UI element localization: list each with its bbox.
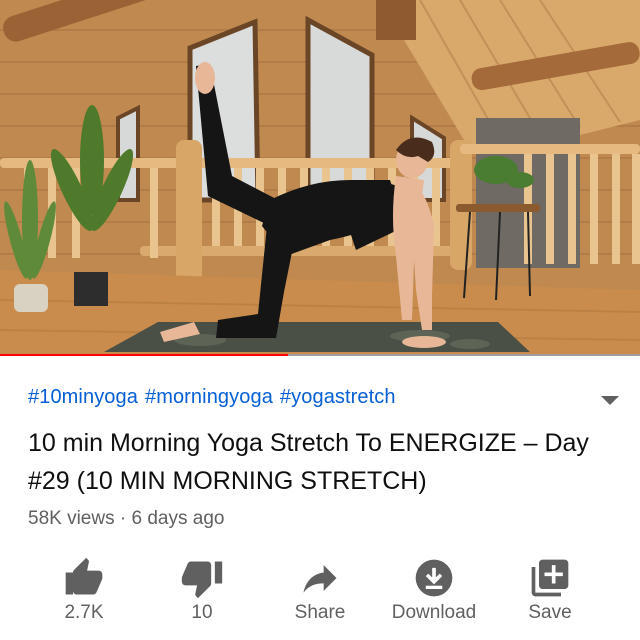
save-label: Save [528,602,572,623]
hashtag-link[interactable]: #10minyoga [28,386,138,408]
video-meta: 58K views · 6 days ago [28,508,224,530]
view-count: 58K views [28,508,115,529]
video-watch-page: #10minyoga #morningyoga #yogastretch 10 mi… [0,0,640,640]
hashtag-link[interactable]: #yogastretch [280,386,396,408]
like-button[interactable]: 2.7K [24,548,144,628]
download-label: Download [391,602,477,623]
video-details: #10minyoga #morningyoga #yogastretch 10 mi… [0,358,640,640]
share-arrow-icon [303,565,337,593]
share-button[interactable]: Share [260,548,380,628]
video-progress-fill [0,354,288,356]
download-icon [415,559,453,597]
action-bar: 2.7K 10 Share Download Save [0,548,640,628]
video-frame [0,0,640,356]
like-count: 2.7K [64,602,104,623]
expand-description-icon[interactable] [601,396,619,405]
dislike-count: 10 [191,602,213,623]
video-title[interactable]: 10 min Morning Yoga Stretch To ENERGIZE … [28,424,608,500]
video-progress-bar[interactable] [0,354,640,356]
video-player[interactable] [0,0,640,356]
thumb-down-icon [181,561,223,599]
share-label: Share [294,602,346,623]
thumb-up-icon [65,557,103,595]
upload-age: 6 days ago [131,508,225,529]
save-button[interactable]: Save [490,548,610,628]
hashtag-list: #10minyoga #morningyoga #yogastretch [28,386,403,409]
dislike-button[interactable]: 10 [142,548,262,628]
download-button[interactable]: Download [374,548,494,628]
playlist-add-icon [531,559,569,597]
hashtag-link[interactable]: #morningyoga [145,386,273,408]
meta-separator: · [119,508,127,529]
